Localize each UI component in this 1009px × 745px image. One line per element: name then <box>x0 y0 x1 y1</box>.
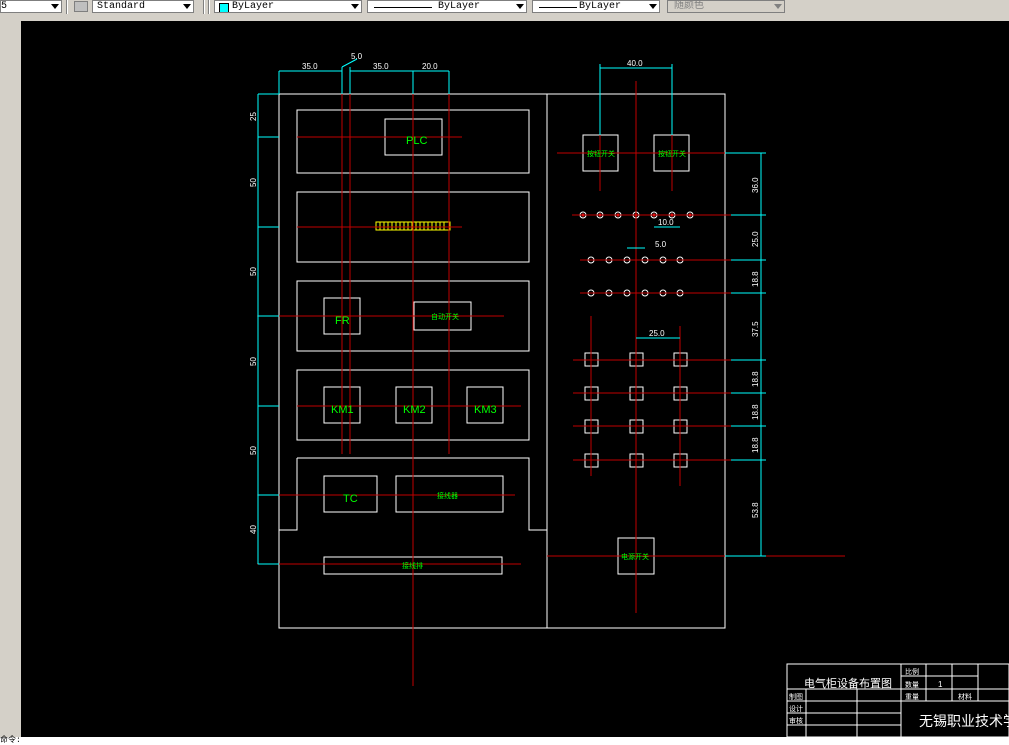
dim-5b: 5.0 <box>655 240 667 249</box>
dim-left-50d: 50 <box>249 446 258 455</box>
chevron-down-icon[interactable] <box>649 4 657 9</box>
command-prompt: 命令: <box>0 736 21 745</box>
color-swatch-icon <box>219 3 229 12</box>
properties-toolbar: 5 Standard ByLayer ByLayer ByLayer 随颜色 <box>0 0 1009 16</box>
drawing-title: 电气柜设备布置图 <box>804 676 892 690</box>
chevron-down-icon[interactable] <box>51 4 59 9</box>
school-name: 无锡职业技术学院 <box>919 713 1009 729</box>
dim-r-36: 36.0 <box>751 177 760 193</box>
dim-r-188d: 18.8 <box>751 437 760 453</box>
dim-left-50b: 50 <box>249 267 258 276</box>
chevron-down-icon[interactable] <box>516 4 524 9</box>
layer-control-value: 5 <box>1 1 8 12</box>
linetype-value: ByLayer <box>438 1 481 12</box>
chevron-down-icon <box>774 4 782 9</box>
plot-style-control: 随颜色 <box>667 0 785 13</box>
layer-control[interactable]: 5 <box>0 0 62 13</box>
linetype-control[interactable]: ByLayer <box>367 0 527 13</box>
bottom-strip-label: 接线排 <box>402 561 423 570</box>
dim-r-375: 37.5 <box>751 321 760 337</box>
qty-label: 数量 <box>905 680 919 689</box>
dim-10: 10.0 <box>658 218 674 227</box>
dim-20: 20.0 <box>422 62 438 71</box>
color-value: ByLayer <box>232 1 275 12</box>
dim-35b: 35.0 <box>373 62 389 71</box>
km3-label: KM3 <box>474 404 497 416</box>
chevron-down-icon[interactable] <box>351 4 359 9</box>
dim-r-188c: 18.8 <box>751 404 760 420</box>
km2-label: KM2 <box>403 404 426 416</box>
dim-left-25: 25 <box>249 112 258 121</box>
text-style-select[interactable]: Standard <box>92 0 194 13</box>
draw-label: 制图 <box>789 692 803 701</box>
drawing-canvas[interactable]: 35.0 5.0 35.0 20.0 40.0 10.0 5.0 25.0 25… <box>21 21 1009 737</box>
btn2-label: 按钮开关 <box>658 149 686 158</box>
power-switch-label: 电源开关 <box>621 552 649 561</box>
toolbar-separator <box>66 0 68 14</box>
material-label: 材料 <box>958 692 972 701</box>
toolbar-separator <box>208 0 210 14</box>
text-style-value: Standard <box>97 1 146 12</box>
text-style-icon[interactable] <box>74 1 88 12</box>
btn1-label: 按钮开关 <box>587 149 615 158</box>
qty-value: 1 <box>938 680 943 689</box>
dim-r-188b: 18.8 <box>751 371 760 387</box>
breaker-label: 自动开关 <box>431 312 459 321</box>
linetype-sample-icon <box>374 7 432 8</box>
ratio-label: 比例 <box>905 667 919 676</box>
color-control[interactable]: ByLayer <box>214 0 362 13</box>
command-line[interactable]: 命令: <box>0 737 1009 745</box>
dim-25b: 25.0 <box>649 329 665 338</box>
dim-5: 5.0 <box>351 52 363 61</box>
lineweight-control[interactable]: ByLayer <box>532 0 660 13</box>
dim-40: 40.0 <box>627 59 643 68</box>
dim-r-538: 53.8 <box>751 502 760 518</box>
toolbar-separator <box>203 0 205 14</box>
dim-r-188a: 18.8 <box>751 271 760 287</box>
dim-r-25: 25.0 <box>751 231 760 247</box>
design-label: 设计 <box>789 704 803 713</box>
dim-left-50c: 50 <box>249 357 258 366</box>
review-label: 审核 <box>789 716 803 725</box>
weight-label: 重量 <box>905 693 919 701</box>
canvas-background <box>21 21 1009 737</box>
km1-label: KM1 <box>331 404 354 416</box>
lineweight-sample-icon <box>539 7 577 8</box>
tc-label: TC <box>343 493 358 505</box>
lineweight-value: ByLayer <box>579 1 622 12</box>
fr-label: FR <box>335 315 350 327</box>
chevron-down-icon[interactable] <box>183 4 191 9</box>
plc-label: PLC <box>406 135 427 147</box>
dim-35a: 35.0 <box>302 62 318 71</box>
terminal-label: 接线器 <box>437 491 458 500</box>
dim-left-40: 40 <box>249 525 258 534</box>
dim-left-50a: 50 <box>249 178 258 187</box>
plot-style-value: 随颜色 <box>674 1 704 12</box>
